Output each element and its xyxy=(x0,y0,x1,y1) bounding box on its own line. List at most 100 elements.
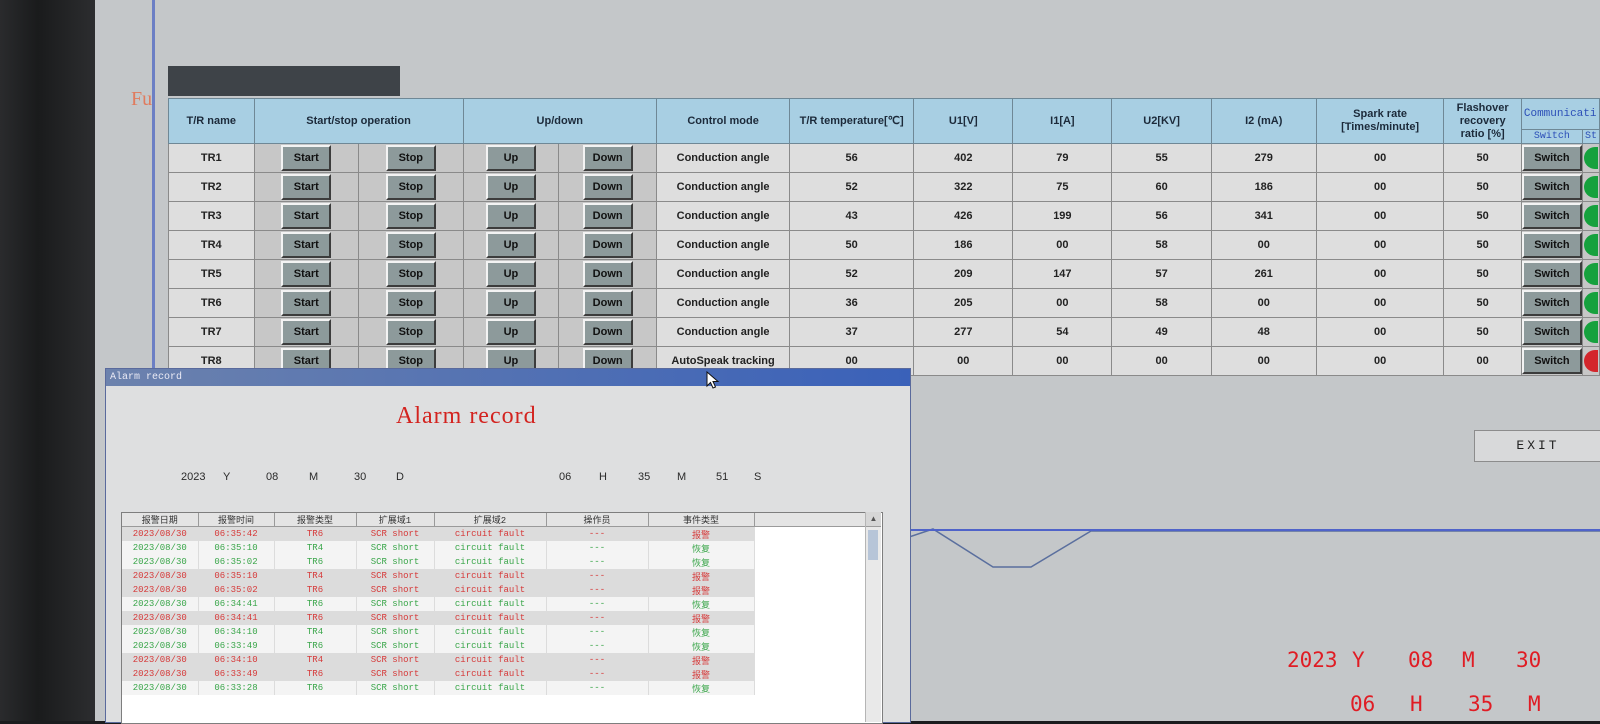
stop-button[interactable]: Stop xyxy=(385,145,436,171)
u2-cell: 58 xyxy=(1111,288,1212,318)
up-button[interactable]: Up xyxy=(485,290,536,316)
exit-button[interactable]: EXIT xyxy=(1474,430,1600,462)
switch-button[interactable]: Switch xyxy=(1522,232,1582,258)
alarm-col-header[interactable]: 操作员 xyxy=(546,513,649,527)
flashover-cell: 50 xyxy=(1443,259,1522,289)
i1-cell: 00 xyxy=(1012,288,1113,318)
start-button[interactable]: Start xyxy=(281,145,332,171)
alarm-list[interactable]: 报警日期 报警时间 报警类型 扩展域1 扩展域2 操作员 事件类型 2023/08/30 06… xyxy=(121,512,883,724)
alarm-time-second: 51 xyxy=(716,471,729,483)
tr-row: TR5 Start Stop Up Down Conduction angle 52 209 1… xyxy=(168,259,1600,289)
alarm-row[interactable]: 2023/08/30 06:33:28 TR6 SCR short circuit fa… xyxy=(122,681,881,695)
clock-day: 30 xyxy=(1516,648,1542,672)
alarm-filler-cell xyxy=(754,639,881,653)
down-button[interactable]: Down xyxy=(582,145,633,171)
up-button[interactable]: Up xyxy=(485,203,536,229)
alarm-ext2-cell: circuit fault xyxy=(434,611,547,625)
alarm-row[interactable]: 2023/08/30 06:33:49 TR6 SCR short circuit fa… xyxy=(122,667,881,681)
alarm-row[interactable]: 2023/08/30 06:34:10 TR4 SCR short circuit fa… xyxy=(122,653,881,667)
col-header-flashover: Flashover recovery ratio [%] xyxy=(1443,98,1522,144)
clock-year-unit: Y xyxy=(1352,648,1365,672)
up-button[interactable]: Up xyxy=(485,319,536,345)
down-button[interactable]: Down xyxy=(582,174,633,200)
scroll-thumb[interactable] xyxy=(868,530,878,560)
stop-button[interactable]: Stop xyxy=(385,290,436,316)
switch-button[interactable]: Switch xyxy=(1522,174,1582,200)
start-button[interactable]: Start xyxy=(281,174,332,200)
switch-button[interactable]: Switch xyxy=(1522,145,1582,171)
alarm-type-cell: TR6 xyxy=(274,667,357,681)
alarm-table: 报警日期 报警时间 报警类型 扩展域1 扩展域2 操作员 事件类型 2023/08/30 06… xyxy=(122,513,881,695)
up-button[interactable]: Up xyxy=(485,232,536,258)
alarm-row[interactable]: 2023/08/30 06:33:49 TR6 SCR short circuit fa… xyxy=(122,639,881,653)
status-indicator-icon xyxy=(1583,350,1598,372)
alarm-time-cell: 06:34:41 xyxy=(198,597,275,611)
u2-cell: 00 xyxy=(1111,346,1212,376)
alarm-col-header[interactable]: 扩展域1 xyxy=(356,513,435,527)
alarm-col-header[interactable]: 事件类型 xyxy=(648,513,755,527)
switch-button[interactable]: Switch xyxy=(1522,348,1582,374)
alarm-window-titlebar[interactable]: Alarm record xyxy=(106,369,910,386)
alarm-ext1-cell: SCR short xyxy=(356,541,435,555)
down-button[interactable]: Down xyxy=(582,232,633,258)
alarm-type-cell: TR6 xyxy=(274,639,357,653)
down-button-cell: Down xyxy=(558,230,657,260)
start-button[interactable]: Start xyxy=(281,261,332,287)
alarm-filler-cell xyxy=(754,526,881,541)
switch-button[interactable]: Switch xyxy=(1522,261,1582,287)
alarm-col-header[interactable]: 扩展域2 xyxy=(434,513,547,527)
down-button[interactable]: Down xyxy=(582,261,633,287)
start-button[interactable]: Start xyxy=(281,290,332,316)
stop-button[interactable]: Stop xyxy=(385,232,436,258)
switch-button[interactable]: Switch xyxy=(1522,203,1582,229)
alarm-row[interactable]: 2023/08/30 06:34:41 TR6 SCR short circuit fa… xyxy=(122,597,881,611)
alarm-ext1-cell: SCR short xyxy=(356,583,435,597)
stop-button[interactable]: Stop xyxy=(385,203,436,229)
alarm-row[interactable]: 2023/08/30 06:35:02 TR6 SCR short circuit fa… xyxy=(122,555,881,569)
start-button[interactable]: Start xyxy=(281,319,332,345)
u1-cell: 00 xyxy=(913,346,1014,376)
alarm-date-cell: 2023/08/30 xyxy=(122,667,199,681)
alarm-time-cell: 06:34:10 xyxy=(198,653,275,667)
col-header-temperature: T/R temperature[℃] xyxy=(789,98,915,144)
mouse-pointer-icon xyxy=(706,371,720,389)
alarm-ext1-cell: SCR short xyxy=(356,653,435,667)
spark-rate-cell: 00 xyxy=(1315,288,1445,318)
stop-button[interactable]: Stop xyxy=(385,319,436,345)
switch-button[interactable]: Switch xyxy=(1522,319,1582,345)
tr-row: TR4 Start Stop Up Down Conduction angle 50 186 0… xyxy=(168,230,1600,260)
start-button[interactable]: Start xyxy=(281,232,332,258)
flashover-line2: recovery ratio [%] xyxy=(1459,114,1506,140)
alarm-row[interactable]: 2023/08/30 06:35:10 TR4 SCR short circuit fa… xyxy=(122,569,881,583)
status-indicator-icon xyxy=(1583,176,1598,198)
alarm-scrollbar[interactable]: ▲ xyxy=(865,512,881,722)
scroll-up-arrow-icon[interactable]: ▲ xyxy=(866,512,881,527)
clock-month: 08 xyxy=(1408,648,1434,672)
alarm-row[interactable]: 2023/08/30 06:34:10 TR4 SCR short circuit fa… xyxy=(122,625,881,639)
down-button[interactable]: Down xyxy=(582,203,633,229)
up-button[interactable]: Up xyxy=(485,174,536,200)
start-button[interactable]: Start xyxy=(281,203,332,229)
alarm-event-cell: 恢复 xyxy=(648,681,755,695)
switch-button[interactable]: Switch xyxy=(1522,290,1582,316)
alarm-row[interactable]: 2023/08/30 06:34:41 TR6 SCR short circuit fa… xyxy=(122,611,881,625)
alarm-row[interactable]: 2023/08/30 06:35:42 TR6 SCR short circuit fa… xyxy=(122,526,881,541)
alarm-ext2-cell: circuit fault xyxy=(434,681,547,695)
alarm-filler-cell xyxy=(754,569,881,583)
alarm-col-header[interactable]: 报警时间 xyxy=(198,513,275,527)
u2-cell: 57 xyxy=(1111,259,1212,289)
down-button[interactable]: Down xyxy=(582,290,633,316)
alarm-op-cell: --- xyxy=(546,555,649,569)
up-button[interactable]: Up xyxy=(485,261,536,287)
alarm-col-header[interactable]: 报警日期 xyxy=(122,513,199,527)
stop-button[interactable]: Stop xyxy=(385,261,436,287)
up-button[interactable]: Up xyxy=(485,145,536,171)
down-button[interactable]: Down xyxy=(582,319,633,345)
stop-button[interactable]: Stop xyxy=(385,174,436,200)
alarm-col-header[interactable]: 报警类型 xyxy=(274,513,357,527)
i2-cell: 341 xyxy=(1210,201,1317,231)
alarm-row[interactable]: 2023/08/30 06:35:02 TR6 SCR short circuit fa… xyxy=(122,583,881,597)
alarm-row[interactable]: 2023/08/30 06:35:10 TR4 SCR short circuit fa… xyxy=(122,541,881,555)
alarm-ext1-cell: SCR short xyxy=(356,681,435,695)
alarm-type-cell: TR6 xyxy=(274,583,357,597)
